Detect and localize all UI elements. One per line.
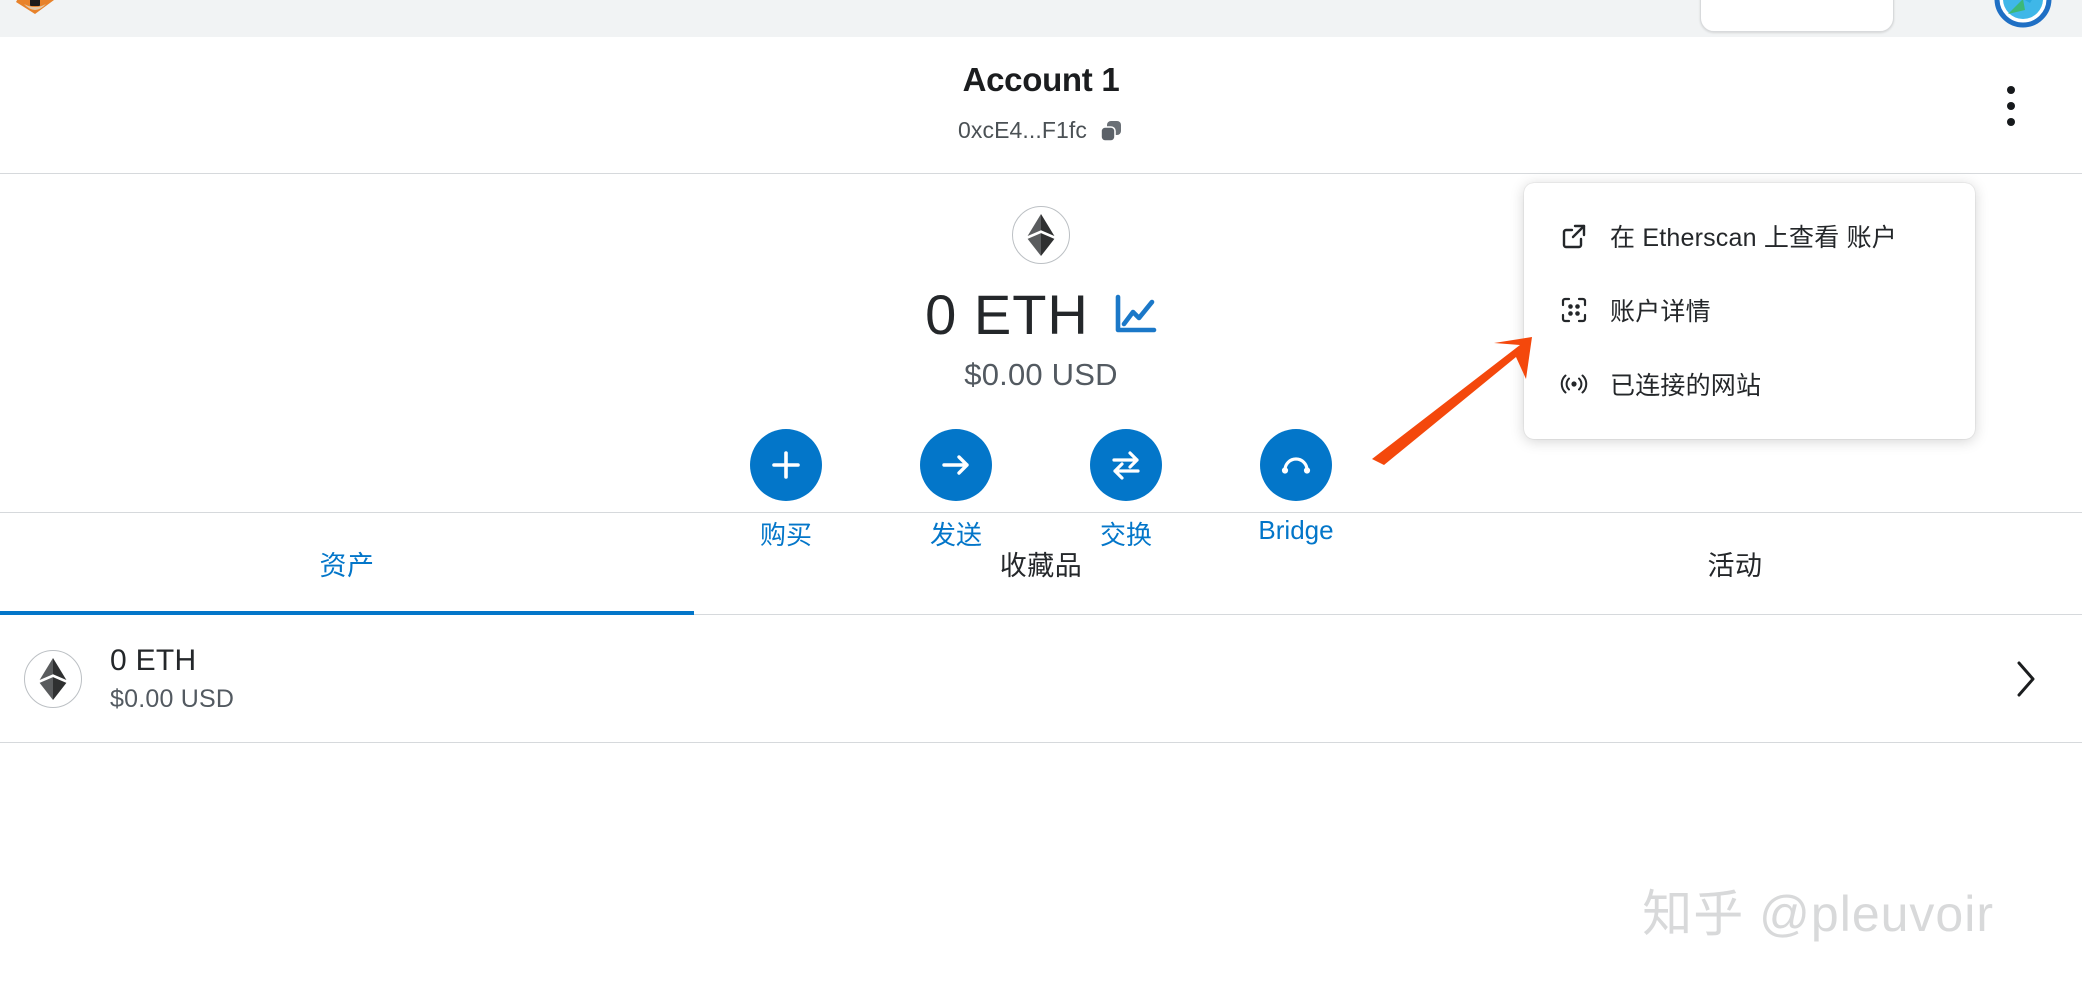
menu-item-connected-sites[interactable]: 已连接的网站: [1524, 347, 1975, 421]
qr-scan-icon: [1561, 297, 1587, 323]
account-options-dropdown: 在 Etherscan 上查看 账户 账户详情 已连接的网站: [1524, 183, 1975, 439]
tab-activity-label: 活动: [1707, 551, 1763, 581]
ethereum-icon: [1027, 213, 1055, 257]
asset-amount: 0 ETH: [110, 643, 197, 677]
tab-assets-label: 资产: [319, 551, 375, 581]
tab-assets[interactable]: 资产: [0, 513, 694, 615]
zhihu-watermark: 知乎 @pleuvoir: [1642, 886, 1994, 942]
menu-item-account-details[interactable]: 账户详情: [1524, 273, 1975, 347]
bridge-button-circle[interactable]: [1260, 429, 1332, 501]
more-vertical-icon-dot: [2007, 118, 2015, 126]
copy-address-button[interactable]: 0xcE4...F1fc: [0, 117, 2082, 144]
menu-item-connected-sites-label: 已连接的网站: [1610, 372, 1762, 400]
firefox-icon[interactable]: [12, 0, 58, 20]
arrow-right-icon: [942, 455, 969, 475]
account-options-menu-button[interactable]: [1988, 79, 2034, 133]
plus-icon: [772, 451, 800, 479]
tab-collectibles[interactable]: 收藏品: [694, 513, 1388, 614]
more-vertical-icon-dot: [2007, 86, 2015, 94]
asset-list-item-eth[interactable]: 0 ETH $0.00 USD: [0, 615, 2082, 743]
browser-address-bar[interactable]: [1700, 0, 1894, 32]
external-link-icon: [1562, 224, 1586, 249]
menu-item-view-on-etherscan-label: 在 Etherscan 上查看 账户: [1610, 224, 1897, 252]
ethereum-icon-circle: [1012, 206, 1070, 264]
account-header: Account 1 0xcE4...F1fc: [0, 37, 2082, 174]
account-address: 0xcE4...F1fc: [957, 117, 1088, 143]
swap-button-circle[interactable]: [1090, 429, 1162, 501]
bridge-arc-icon: [1281, 457, 1311, 474]
balance-amount: 0 ETH: [925, 283, 1089, 346]
metamask-wallet-popup: Account 1 0xcE4...F1fc 0 ETH $0.00 USD 购…: [0, 37, 2082, 998]
swap-icon: [1112, 451, 1140, 480]
broadcast-icon: [1560, 374, 1588, 394]
asset-fiat: $0.00 USD: [110, 684, 235, 713]
page-title: Account 1: [962, 61, 1120, 98]
ethereum-icon: [39, 657, 67, 700]
menu-item-account-details-label: 账户详情: [1610, 298, 1711, 326]
tab-collectibles-label: 收藏品: [999, 551, 1083, 581]
browser-chrome-strip: [0, 0, 2082, 38]
send-button-circle[interactable]: [920, 429, 992, 501]
buy-button-circle[interactable]: [750, 429, 822, 501]
wallet-tabs: 资产 收藏品 活动: [0, 513, 2082, 615]
ethereum-icon-circle: [24, 649, 82, 708]
safari-compass-icon[interactable]: [1994, 0, 2052, 28]
line-chart-icon[interactable]: [1113, 294, 1157, 336]
chevron-right-icon[interactable]: [2012, 657, 2040, 701]
asset-text: 0 ETH $0.00 USD: [110, 644, 234, 714]
tab-activity[interactable]: 活动: [1388, 513, 2082, 614]
copy-icon[interactable]: [1098, 118, 1124, 144]
more-vertical-icon-dot: [2007, 102, 2015, 110]
menu-item-view-on-etherscan[interactable]: 在 Etherscan 上查看 账户: [1524, 199, 1975, 273]
